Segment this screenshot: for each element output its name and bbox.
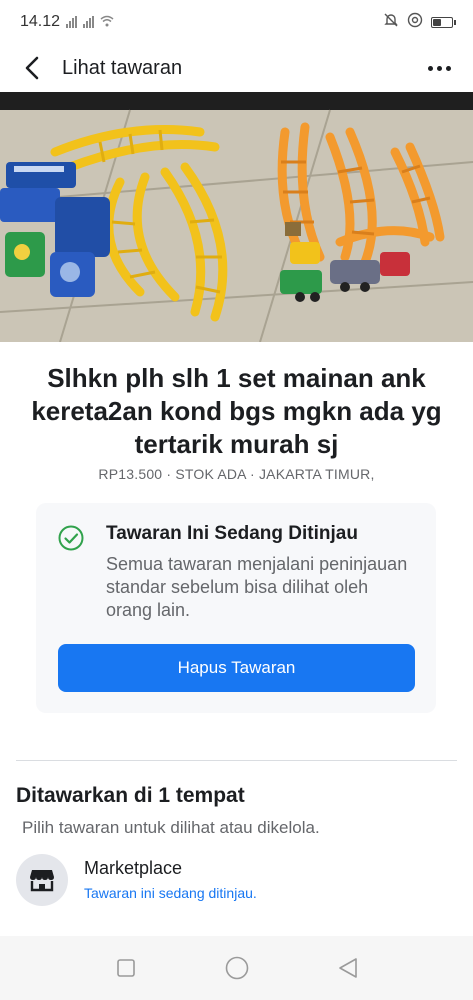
home-button[interactable] xyxy=(222,953,252,983)
alarm-off-icon xyxy=(383,12,399,32)
at-icon xyxy=(407,12,423,32)
review-card-body: Semua tawaran menjalani peninjauan stand… xyxy=(106,554,408,620)
offered-section-title: Ditawarkan di 1 tempat xyxy=(16,784,245,807)
listing-title: Slhkn plh slh 1 set mainan ank kereta2an… xyxy=(31,363,442,459)
place-name: Marketplace xyxy=(84,858,183,878)
marketplace-row[interactable]: Marketplace Tawaran ini sedang ditinjau. xyxy=(14,852,459,908)
status-time: 14.12 xyxy=(20,13,61,30)
app-bar: Lihat tawaran xyxy=(0,44,473,92)
signal-icon xyxy=(66,16,78,28)
place-status: Tawaran ini sedang ditinjau. xyxy=(84,885,257,901)
battery-fill xyxy=(433,18,441,26)
system-nav-bar xyxy=(0,936,473,1000)
recents-button[interactable] xyxy=(111,953,141,983)
back-button[interactable] xyxy=(16,52,48,84)
listing-meta: RP13.500 · STOK ADA · JAKARTA TIMUR, xyxy=(98,466,375,482)
back-triangle-icon xyxy=(338,958,357,978)
section-divider xyxy=(16,760,457,761)
offered-section-subtitle: Pilih tawaran untuk dilihat atau dikelol… xyxy=(22,818,320,837)
status-right xyxy=(383,12,456,32)
battery-icon xyxy=(431,16,456,28)
listing-photo[interactable] xyxy=(0,92,473,342)
wifi-icon xyxy=(100,14,114,31)
home-circle-icon xyxy=(225,956,248,980)
signal-icon xyxy=(83,16,95,28)
status-left: 14.12 xyxy=(20,13,114,31)
page-title: Lihat tawaran xyxy=(62,56,183,79)
review-card-title: Tawaran Ini Sedang Ditinjau xyxy=(106,523,358,544)
check-circle-icon xyxy=(58,525,84,551)
system-back-button[interactable] xyxy=(333,953,363,983)
more-options-button[interactable] xyxy=(422,60,457,77)
more-horizontal-icon xyxy=(428,65,451,71)
recents-square-icon xyxy=(116,959,135,977)
toy-train-photo xyxy=(0,92,473,342)
status-bar: 14.12 xyxy=(0,0,473,44)
chevron-left-icon xyxy=(25,56,39,80)
review-status-card: Tawaran Ini Sedang Ditinjau Semua tawara… xyxy=(36,503,436,713)
delete-listing-button[interactable]: Hapus Tawaran xyxy=(58,644,415,692)
marketplace-shop-icon xyxy=(16,854,68,906)
